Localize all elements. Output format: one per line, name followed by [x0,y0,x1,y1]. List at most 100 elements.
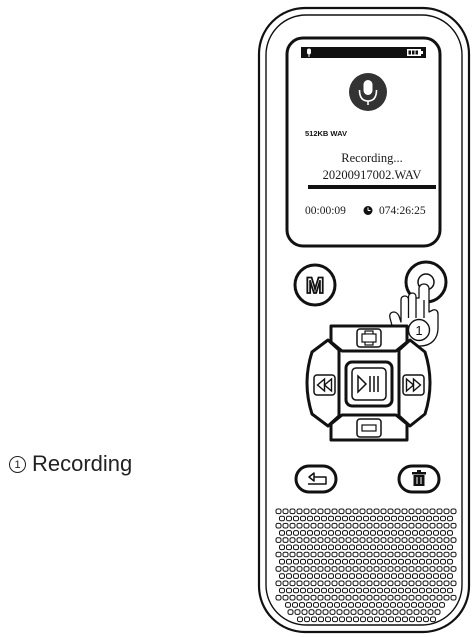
speaker-hole [380,566,387,572]
speaker-hole [429,537,436,543]
speaker-hole [373,594,380,601]
speaker-hole [310,537,317,543]
speaker-hole [324,551,331,558]
speaker-hole [294,609,301,615]
speaker-hole [401,551,408,558]
speaker-hole [415,508,422,515]
speaker-hole [345,508,352,515]
speaker-hole [289,566,296,572]
speaker-hole [412,573,418,579]
play-pause-button[interactable] [344,360,394,408]
speaker-hole [279,573,285,579]
speaker-hole [405,544,411,551]
speaker-hole [384,558,390,565]
speaker-hole [282,551,289,558]
speaker-hole [369,602,375,608]
speaker-hole [296,537,303,543]
speaker-hole [332,616,338,623]
speaker-hole [408,566,415,572]
speaker-hole [373,566,380,572]
speaker-hole [401,537,408,543]
speaker-hole [335,530,341,536]
speaker-hole [321,530,327,536]
speaker-hole [341,602,347,608]
legend-marker: 1 [9,455,26,473]
speaker-hole [440,573,446,579]
speaker-hole [433,573,439,579]
speaker-hole [321,558,327,565]
speaker-hole [349,573,355,579]
speaker-hole [387,551,394,558]
voice-recorder-illustration: 512KB WAV Recording... 20200917002.WAV 0… [257,6,471,634]
speaker-hole [359,551,366,558]
speaker-hole [370,544,376,551]
speaker-hole [388,616,394,623]
speaker-hole [363,558,369,565]
speaker-hole [307,530,313,536]
speaker-hole [443,537,450,543]
speaker-hole [293,573,299,579]
speaker-hole [384,544,390,551]
speaker-hole [322,609,329,615]
speaker-hole [342,515,348,522]
speaker-hole [450,508,457,515]
speaker-hole [397,602,403,608]
speaker-hole [314,530,320,536]
speaker-hole [377,515,383,522]
speaker-hole [443,594,450,601]
speaker-hole [436,522,443,529]
speaker-hole [303,551,310,558]
speaker-hole [327,602,333,608]
speaker-hole [427,609,434,615]
forward-button[interactable] [397,338,432,428]
speaker-hole [405,587,411,594]
speaker-hole [416,616,422,623]
speaker-hole [310,580,317,587]
speaker-hole [363,587,369,594]
speaker-hole [320,602,326,608]
speaker-hole [394,594,401,601]
speaker-hole [286,515,292,522]
speaker-hole [275,508,282,515]
speaker-hole [359,537,366,543]
speaker-hole [398,558,404,565]
speaker-hole [328,558,334,565]
speaker-hole [342,544,348,551]
speaker-hole [293,515,299,522]
speaker-hole [447,573,453,579]
speaker-hole [325,616,331,623]
menu-button[interactable]: M [293,263,337,307]
dpad [305,324,432,442]
volume-down-button[interactable] [329,413,409,442]
speaker-hole [321,515,327,522]
speaker-hole [301,609,308,615]
speaker-hole [387,566,394,572]
speaker-hole [308,609,315,615]
speaker-hole [394,537,401,543]
delete-button[interactable] [397,464,441,494]
back-button[interactable] [294,464,338,494]
speaker-hole [310,594,317,601]
speaker-hole [331,566,338,572]
speaker-hole [380,580,387,587]
speaker-hole [331,508,338,515]
speaker-hole [293,530,299,536]
speaker-hole [363,573,369,579]
volume-up-button[interactable] [329,324,409,353]
speaker-hole [415,537,422,543]
speaker-hole [289,551,296,558]
speaker-hole [373,551,380,558]
speaker-hole [359,580,366,587]
speaker-hole [404,602,410,608]
speaker-hole [415,566,422,572]
speaker-hole [419,558,425,565]
speaker-hole [349,515,355,522]
rewind-button[interactable] [305,338,341,428]
speaker-hole [387,508,394,515]
speaker-hole [370,530,376,536]
speaker-hole [429,522,436,529]
speaker-hole [352,594,359,601]
speaker-hole [328,530,334,536]
speaker-hole [335,558,341,565]
speaker-hole [419,573,425,579]
